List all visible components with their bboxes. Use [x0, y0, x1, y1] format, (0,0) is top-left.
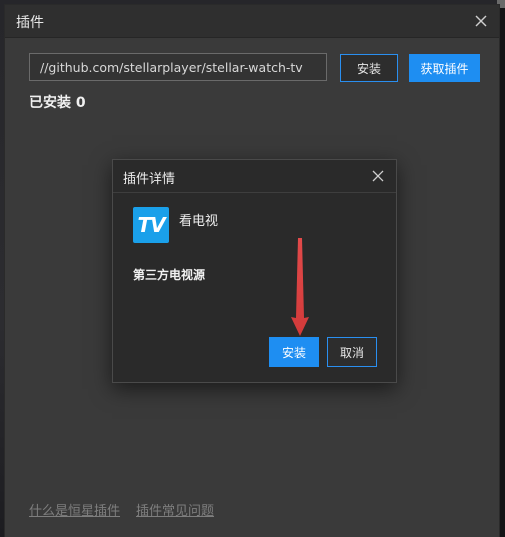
- tv-logo-text: TV: [137, 213, 165, 237]
- dialog-close-icon[interactable]: [370, 168, 386, 184]
- close-icon[interactable]: [471, 11, 491, 31]
- dialog-install-button[interactable]: 安装: [269, 337, 319, 367]
- dialog-title: 插件详情: [123, 172, 176, 187]
- desktop-background: 插件 //github.com/stellarplayer/stellar-wa…: [0, 0, 505, 537]
- plugin-faq-link[interactable]: 插件常见问题: [136, 500, 214, 519]
- plugin-description: 第三方电视源: [133, 268, 206, 282]
- get-plugin-button[interactable]: 获取插件: [409, 54, 480, 82]
- what-is-plugin-link[interactable]: 什么是恒星插件: [29, 500, 120, 519]
- tv-plugin-logo: TV: [133, 207, 169, 243]
- plugin-name: 看电视: [179, 214, 219, 229]
- window-titlebar: 插件: [5, 5, 499, 38]
- dialog-titlebar: 插件详情: [113, 160, 396, 193]
- installed-count: 已安装 0: [29, 95, 86, 111]
- plugin-url-input[interactable]: //github.com/stellarplayer/stellar-watch…: [29, 53, 327, 81]
- window-title: 插件: [16, 15, 44, 31]
- install-button[interactable]: 安装: [340, 54, 398, 82]
- plugin-details-dialog: 插件详情 TV 看电视 第三方电视源 安装 取消: [112, 159, 397, 383]
- dialog-cancel-button[interactable]: 取消: [327, 337, 377, 367]
